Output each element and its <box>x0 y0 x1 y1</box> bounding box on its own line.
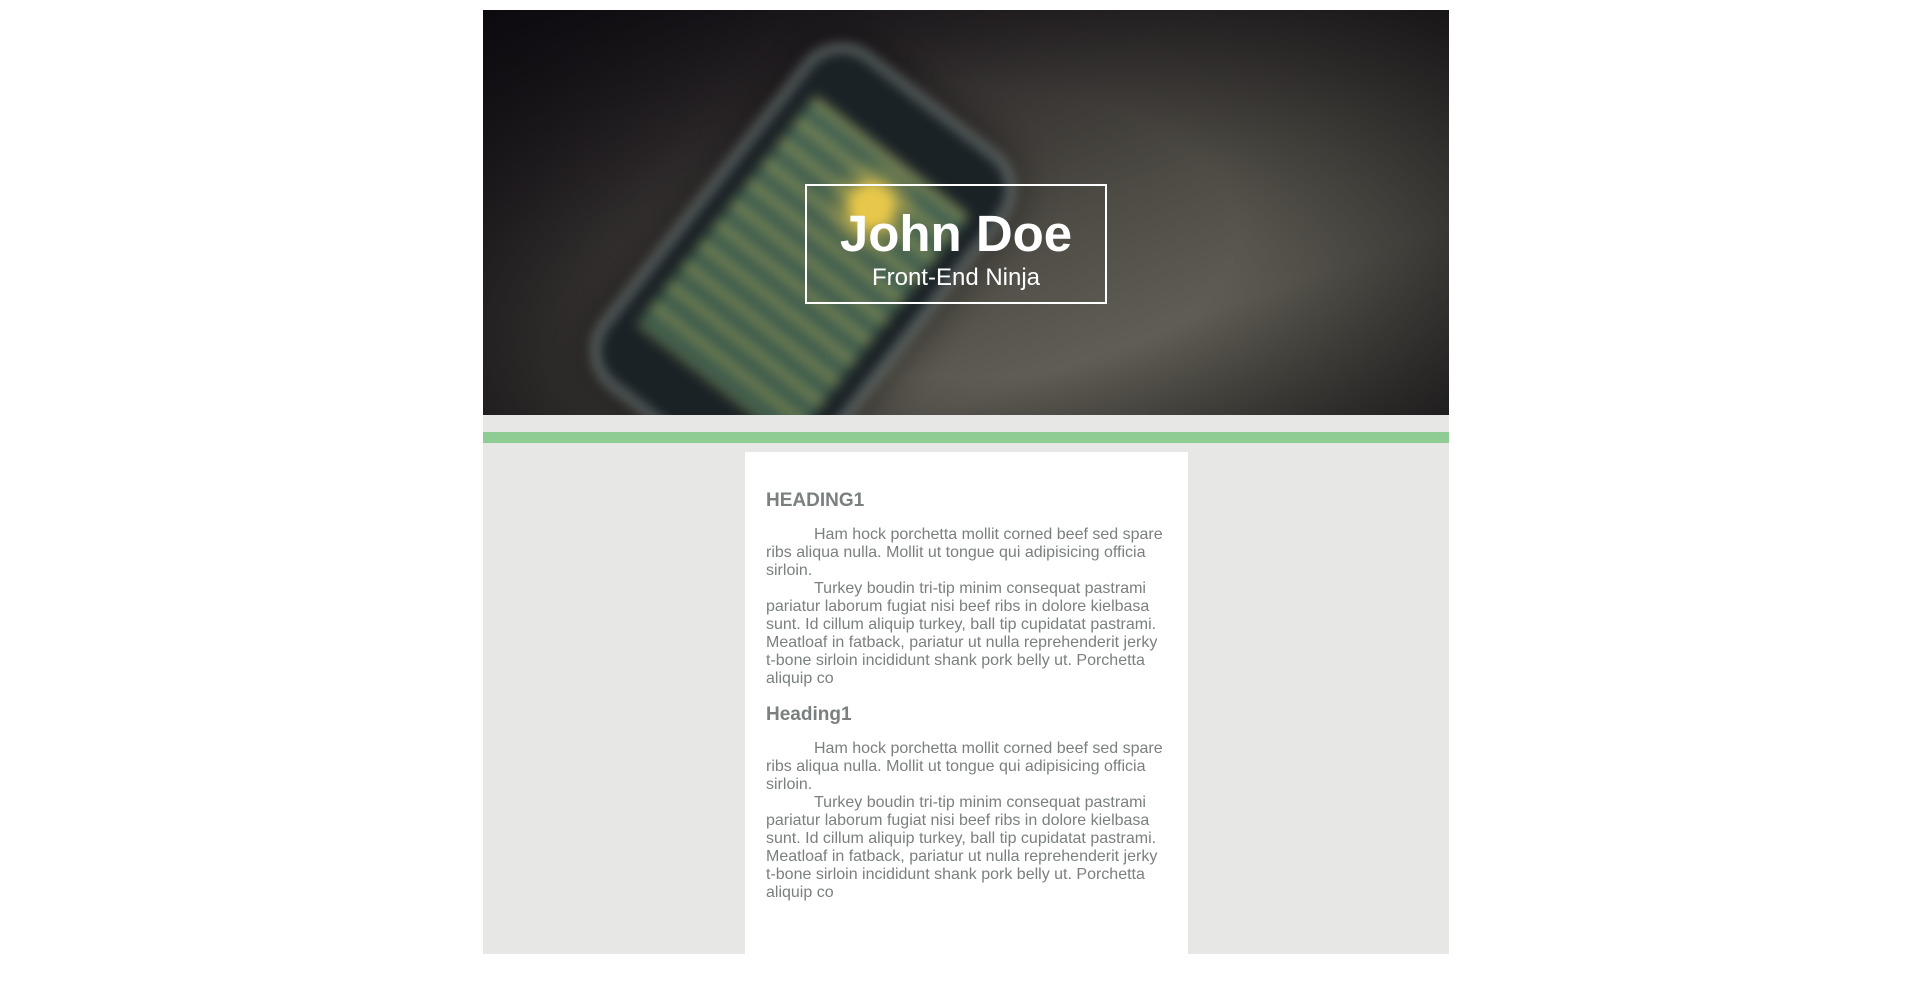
hero-role: Front-End Ninja <box>871 264 1041 291</box>
content-column: HEADING1 Ham hock porchetta mollit corne… <box>745 452 1188 954</box>
hero-title-box: John Doe Front-End Ninja <box>805 184 1107 304</box>
section-paragraph: Ham hock porchetta mollit corned beef se… <box>766 740 1163 793</box>
content-section: HEADING1 Ham hock porchetta mollit corne… <box>766 490 1167 688</box>
accent-divider <box>483 432 1449 443</box>
section-paragraph: Turkey boudin tri-tip minim consequat pa… <box>766 580 1158 687</box>
section-heading: Heading1 <box>766 704 852 725</box>
section-heading: HEADING1 <box>766 490 865 511</box>
page-container: John Doe Front-End Ninja HEADING1 Ham ho… <box>483 10 1449 954</box>
section-paragraph: Ham hock porchetta mollit corned beef se… <box>766 526 1163 579</box>
content-section: Heading1 Ham hock porchetta mollit corne… <box>766 704 1167 902</box>
section-paragraph: Turkey boudin tri-tip minim consequat pa… <box>766 794 1158 901</box>
hero-name: John Doe <box>839 205 1073 262</box>
hero-banner: John Doe Front-End Ninja <box>483 10 1449 415</box>
